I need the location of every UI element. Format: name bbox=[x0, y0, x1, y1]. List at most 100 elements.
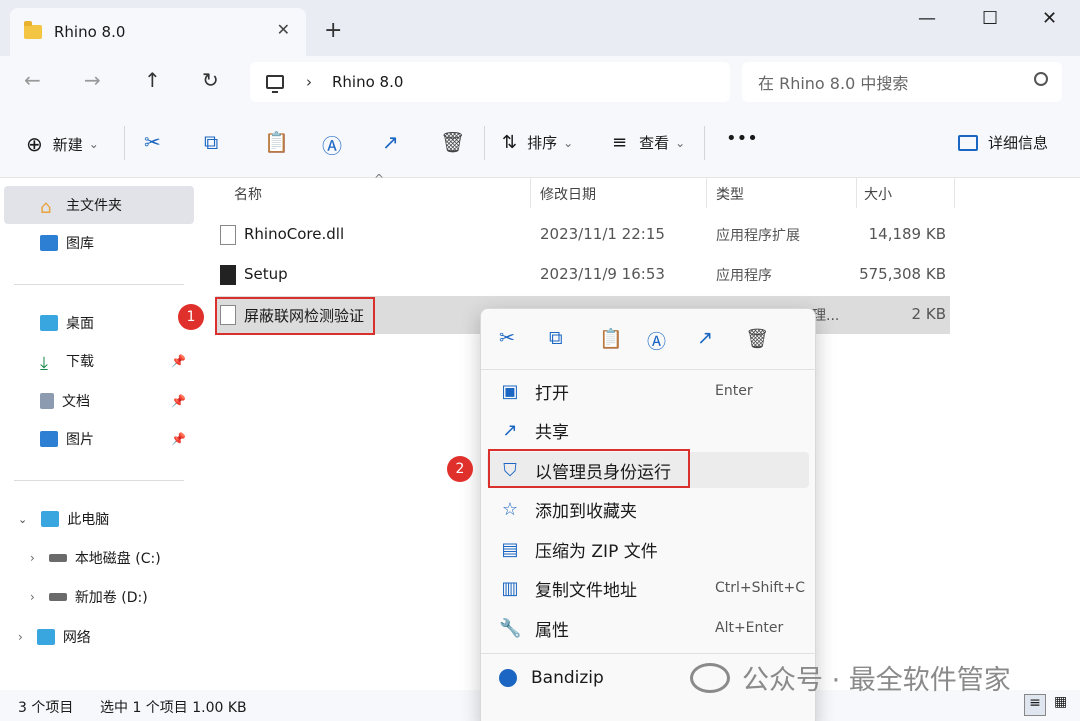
delete-icon[interactable]: 🗑 bbox=[745, 327, 769, 350]
share-icon[interactable]: ↗ bbox=[697, 327, 713, 349]
chevron-down-icon: ⌄ bbox=[675, 135, 686, 150]
sidebar-item-pictures[interactable]: 图片 📌 bbox=[4, 420, 194, 458]
menu-item-label: 打开 bbox=[535, 383, 569, 404]
menu-item-open[interactable]: ▣ 打开 Enter bbox=[487, 373, 809, 409]
paste-icon[interactable]: 📋 bbox=[599, 327, 623, 350]
sidebar-item-gallery[interactable]: 图库 bbox=[4, 224, 194, 262]
cut-icon[interactable]: ✂ bbox=[144, 130, 161, 154]
highlight-box-admin bbox=[488, 449, 690, 488]
column-header-name[interactable]: 名称 bbox=[234, 184, 262, 204]
details-view-icon[interactable]: ≡ bbox=[1024, 694, 1046, 716]
chevron-down-icon: ⌄ bbox=[88, 137, 99, 151]
refresh-button[interactable]: ↻ bbox=[202, 68, 219, 92]
file-name: RhinoCore.dll bbox=[244, 225, 345, 243]
copy-icon[interactable]: ⧉ bbox=[549, 327, 563, 349]
pin-icon[interactable]: 📌 bbox=[171, 432, 186, 446]
details-button[interactable]: 详细信息 bbox=[958, 132, 1048, 153]
sidebar-item-new-volume-d[interactable]: › 新加卷 (D:) bbox=[4, 578, 194, 616]
gallery-icon bbox=[40, 235, 58, 251]
view-icon: ≡ bbox=[612, 132, 628, 153]
computer-icon bbox=[266, 75, 284, 93]
command-bar: ⊕ 新建 ⌄ ✂ ⧉ 📋 Ⓐ ↗ 🗑 ⇅ 排序 ⌄ ≡ 查看 ⌄ ••• 详细信… bbox=[0, 108, 1080, 178]
menu-item-copy-path[interactable]: ▥ 复制文件地址 Ctrl+Shift+C bbox=[487, 570, 809, 606]
sidebar-item-documents[interactable]: 文档 📌 bbox=[4, 382, 194, 420]
table-row[interactable]: RhinoCore.dll 2023/11/1 22:15 应用程序扩展 14,… bbox=[216, 216, 950, 254]
close-button[interactable]: ✕ bbox=[1042, 8, 1057, 29]
highlight-box-file bbox=[215, 297, 375, 335]
menu-shortcut: Alt+Enter bbox=[715, 620, 784, 636]
address-bar[interactable]: › Rhino 8.0 bbox=[250, 62, 730, 102]
column-header-modified[interactable]: 修改日期 bbox=[540, 184, 596, 204]
tiles-view-icon[interactable]: ▦ bbox=[1054, 694, 1067, 710]
step-badge-1: 1 bbox=[178, 304, 204, 330]
paste-icon[interactable]: 📋 bbox=[264, 130, 289, 154]
sort-caret-icon: ^ bbox=[374, 172, 385, 186]
copy-icon[interactable]: ⧉ bbox=[204, 130, 218, 154]
home-icon: ⌂ bbox=[40, 197, 52, 218]
folder-icon bbox=[24, 21, 42, 39]
chevron-right-icon[interactable]: › bbox=[30, 590, 35, 604]
share-icon: ↗ bbox=[502, 419, 518, 441]
up-button[interactable]: ↑ bbox=[144, 68, 161, 92]
maximize-button[interactable]: ☐ bbox=[982, 8, 998, 29]
file-name: Setup bbox=[244, 265, 288, 283]
menu-item-label: 复制文件地址 bbox=[535, 580, 637, 601]
sort-button[interactable]: ⇅ 排序 ⌄ bbox=[502, 132, 573, 153]
share-icon[interactable]: ↗ bbox=[382, 130, 399, 154]
nav-bar: ← → ↑ ↻ › Rhino 8.0 在 Rhino 8.0 中搜索 bbox=[0, 56, 1080, 108]
context-quick-actions: ✂ ⧉ 📋 Ⓐ ↗ 🗑 bbox=[481, 309, 817, 365]
menu-shortcut: Ctrl+Shift+C bbox=[715, 580, 805, 596]
sidebar-item-desktop[interactable]: 桌面 bbox=[4, 304, 194, 342]
tab-close-icon[interactable]: ✕ bbox=[277, 20, 290, 39]
rename-icon[interactable]: Ⓐ bbox=[322, 130, 342, 159]
step-badge-2: 2 bbox=[447, 456, 473, 482]
rename-icon[interactable]: Ⓐ bbox=[647, 327, 666, 354]
sidebar-item-this-pc[interactable]: ⌄ 此电脑 bbox=[4, 500, 194, 538]
network-icon bbox=[36, 629, 55, 645]
menu-item-add-favorites[interactable]: ☆ 添加到收藏夹 bbox=[487, 491, 809, 527]
menu-item-label: 属性 bbox=[535, 620, 569, 641]
drive-icon bbox=[48, 554, 67, 562]
selection-info: 选中 1 个项目 1.00 KB bbox=[100, 700, 247, 716]
tab-rhino[interactable]: Rhino 8.0 ✕ bbox=[10, 8, 306, 56]
bandizip-icon bbox=[499, 669, 517, 687]
new-tab-button[interactable]: + bbox=[324, 18, 342, 43]
pin-icon[interactable]: 📌 bbox=[171, 354, 186, 368]
star-icon: ☆ bbox=[501, 498, 519, 520]
breadcrumb-chevron-icon: › bbox=[306, 73, 312, 91]
menu-item-properties[interactable]: 🔧 属性 Alt+Enter bbox=[487, 610, 809, 646]
search-input[interactable]: 在 Rhino 8.0 中搜索 bbox=[742, 62, 1062, 102]
search-icon[interactable] bbox=[1034, 72, 1048, 86]
wrench-icon: 🔧 bbox=[499, 617, 522, 639]
back-button[interactable]: ← bbox=[24, 68, 41, 92]
file-type: 应用程序扩展 bbox=[716, 228, 800, 244]
menu-item-compress-zip[interactable]: ▤ 压缩为 ZIP 文件 bbox=[487, 531, 809, 567]
menu-item-label: 共享 bbox=[535, 422, 569, 443]
pin-icon[interactable]: 📌 bbox=[171, 394, 186, 408]
view-button[interactable]: ≡ 查看 ⌄ bbox=[612, 132, 685, 153]
wechat-icon bbox=[690, 662, 730, 693]
delete-icon[interactable]: 🗑 bbox=[440, 130, 465, 154]
chevron-right-icon[interactable]: › bbox=[30, 551, 35, 565]
sidebar-item-label: 此电脑 bbox=[67, 512, 110, 528]
open-icon: ▣ bbox=[501, 380, 519, 402]
sidebar-item-label: 新加卷 (D:) bbox=[74, 590, 148, 606]
cut-icon[interactable]: ✂ bbox=[499, 327, 515, 349]
breadcrumb[interactable]: Rhino 8.0 bbox=[332, 73, 403, 91]
column-header-type[interactable]: 类型 bbox=[716, 184, 744, 204]
sidebar-item-network[interactable]: › 网络 bbox=[4, 618, 194, 656]
more-button[interactable]: ••• bbox=[726, 128, 758, 149]
new-button[interactable]: ⊕ 新建 ⌄ bbox=[26, 132, 99, 156]
menu-item-share[interactable]: ↗ 共享 bbox=[487, 412, 809, 448]
sidebar-item-home[interactable]: ⌂ 主文件夹 bbox=[4, 186, 194, 224]
forward-button[interactable]: → bbox=[84, 68, 101, 92]
sidebar-item-local-disk-c[interactable]: › 本地磁盘 (C:) bbox=[4, 539, 194, 577]
watermark-text: 公众号 · 最全软件管家 bbox=[742, 665, 1011, 696]
chevron-down-icon[interactable]: ⌄ bbox=[18, 513, 27, 526]
minimize-button[interactable]: — bbox=[918, 8, 936, 29]
column-header-size[interactable]: 大小 bbox=[864, 184, 892, 204]
table-row[interactable]: Setup 2023/11/9 16:53 应用程序 575,308 KB bbox=[216, 256, 950, 294]
sidebar-item-downloads[interactable]: ⤓ 下载 📌 bbox=[4, 342, 194, 380]
sidebar-item-label: 图库 bbox=[66, 236, 94, 252]
chevron-right-icon[interactable]: › bbox=[18, 630, 23, 644]
